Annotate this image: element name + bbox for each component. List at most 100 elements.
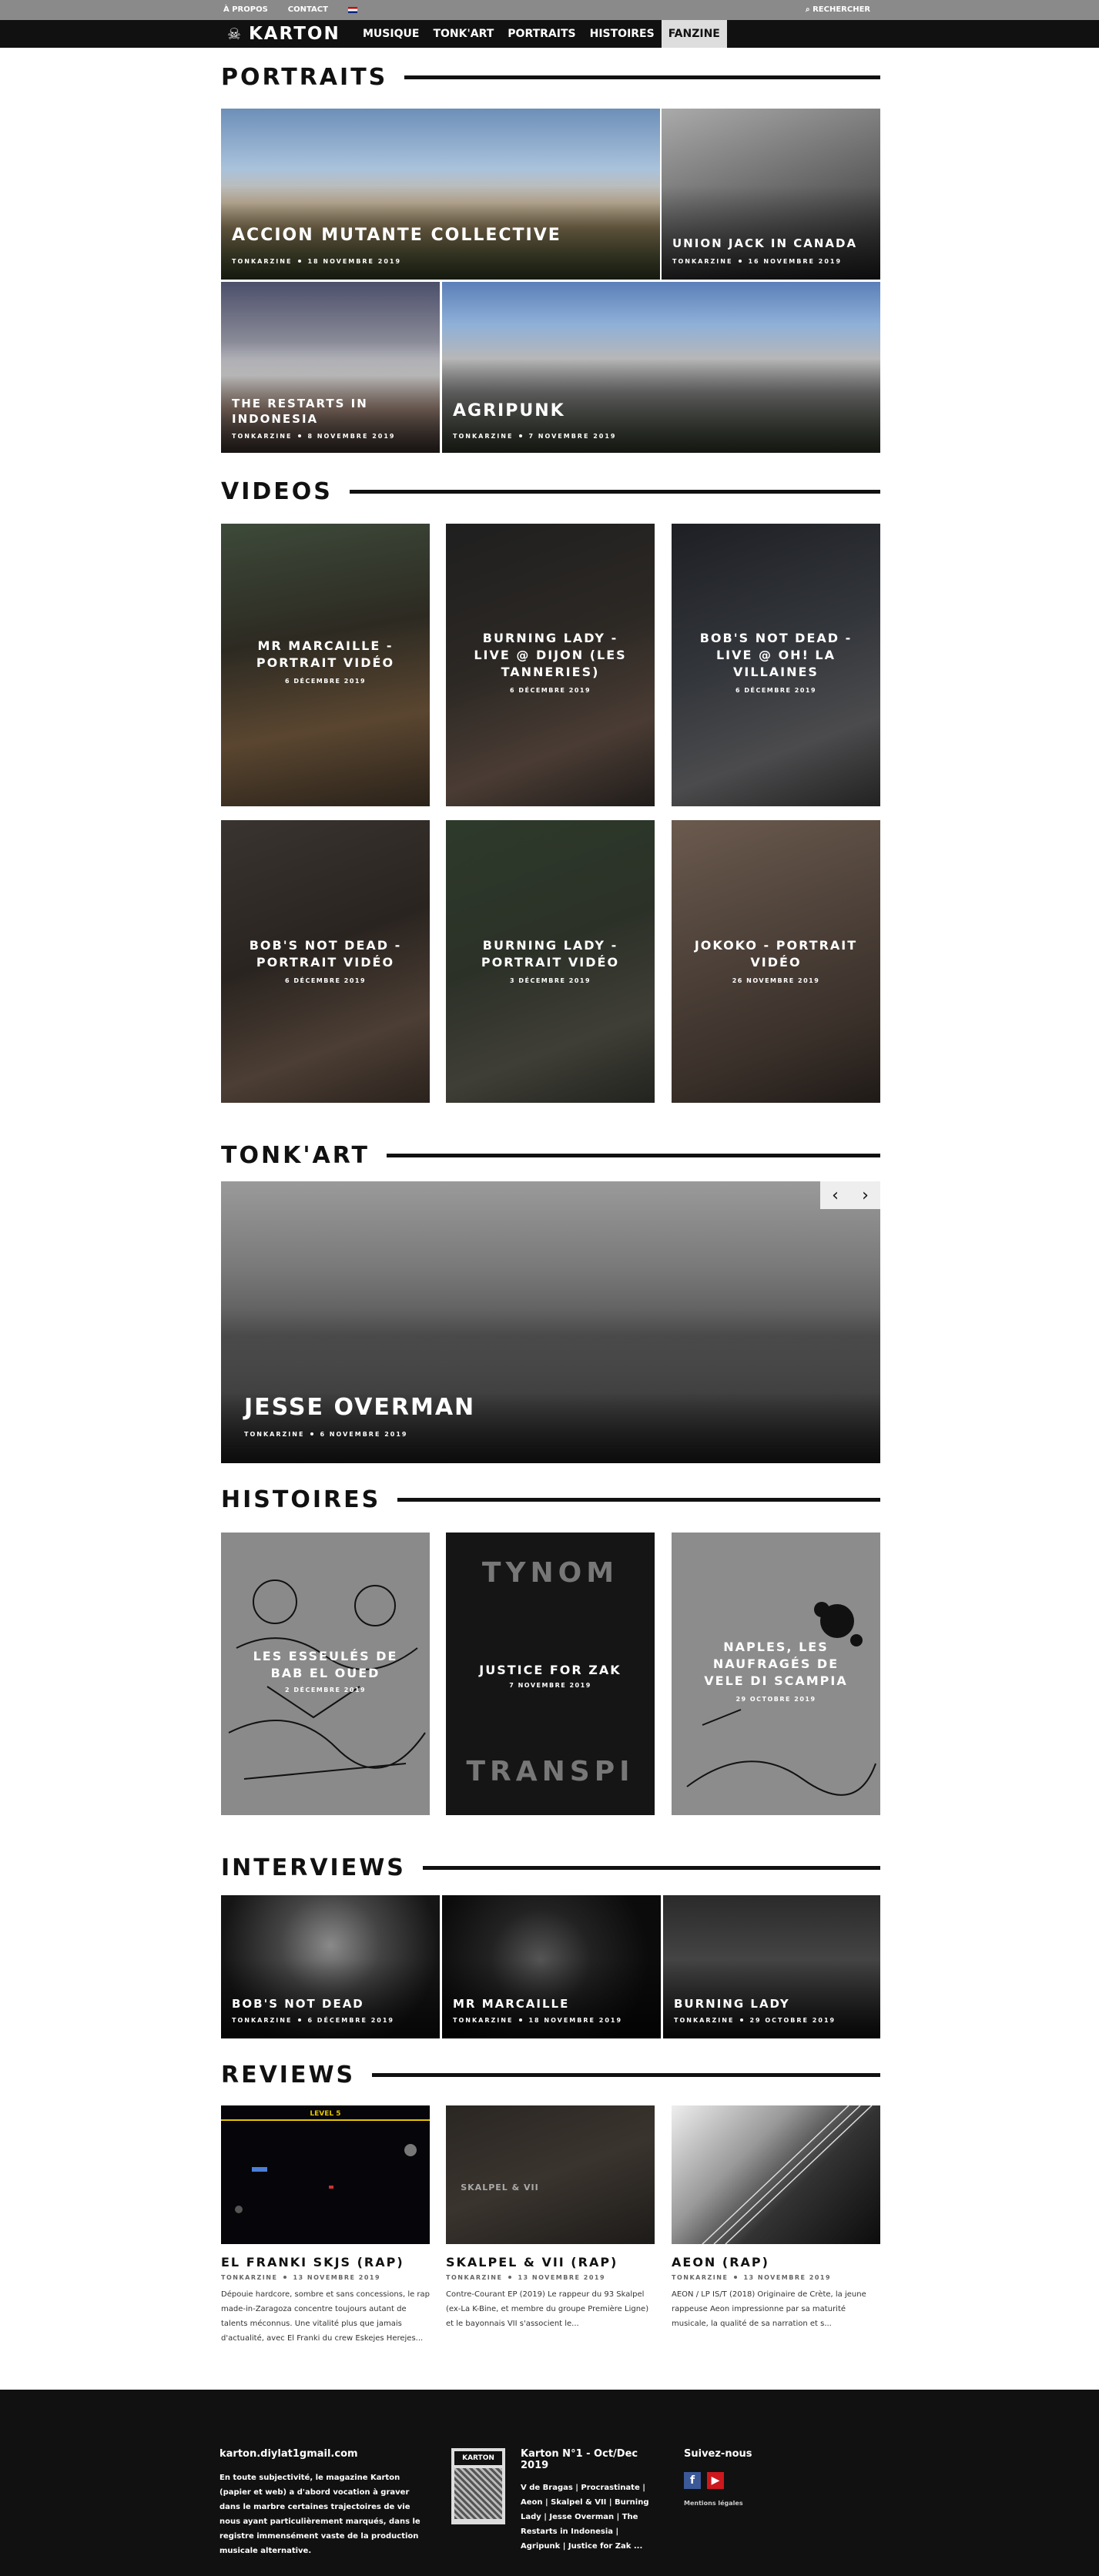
portrait-title[interactable]: AGRIPUNK	[453, 401, 565, 420]
portrait-card[interactable]: ACCION MUTANTE COLLECTIVE TONKARZINE 18 N…	[221, 109, 660, 280]
review-art-text: SKALPEL & VII	[461, 2182, 539, 2192]
search-label: RECHERCHER	[813, 5, 871, 14]
review-meta: TONKARZINE 13 NOVEMBRE 2019	[221, 2274, 381, 2281]
review-excerpt: Dépouie hardcore, sombre et sans concess…	[221, 2290, 431, 2343]
site-logo[interactable]: ☠ KARTON	[227, 24, 343, 44]
histoire-card[interactable]: TYNOM TRANSPI JUSTICE FOR ZAK 7 NOVEMBRE…	[446, 1533, 655, 1815]
review-title[interactable]: AEON (RAP)	[672, 2255, 880, 2269]
portrait-card[interactable]: AGRIPUNK TONKARZINE 7 NOVEMBRE 2019	[442, 282, 880, 453]
search-icon: ⌕	[806, 5, 813, 14]
interview-meta: TONKARZINE 18 NOVEMBRE 2019	[453, 2017, 623, 2024]
legal-link[interactable]: Mentions légales	[684, 2500, 752, 2507]
video-card[interactable]: MR MARCAILLE - PORTRAIT VIDÉO 6 DÉCEMBRE…	[221, 524, 430, 806]
portrait-title[interactable]: UNION JACK IN CANADA	[672, 236, 857, 250]
interviews-section-header: INTERVIEWS	[221, 1854, 880, 1881]
facebook-icon[interactable]: f	[684, 2472, 701, 2489]
section-rule	[404, 75, 880, 79]
tonkart-title[interactable]: JESSE OVERMAN	[244, 1394, 475, 1421]
skull-crossbones-icon: ☠	[227, 25, 243, 43]
portrait-meta: TONKARZINE 7 NOVEMBRE 2019	[453, 433, 617, 440]
review-card[interactable]: SKALPEL & VII SKALPEL & VII (RAP) TONKAR…	[446, 2105, 655, 2331]
interview-card[interactable]: BURNING LADY TONKARZINE 29 OCTOBRE 2019	[663, 1895, 880, 2038]
portrait-title[interactable]: THE RESTARTS IN INDONESIA	[232, 396, 386, 427]
portraits-grid: ACCION MUTANTE COLLECTIVE TONKARZINE 18 N…	[221, 109, 880, 454]
nav-item-histoires[interactable]: HISTOIRES	[583, 20, 662, 48]
logo-text: KARTON	[248, 24, 340, 44]
review-thumbnail	[672, 2105, 880, 2244]
interview-meta: TONKARZINE 29 OCTOBRE 2019	[674, 2017, 836, 2024]
search-link[interactable]: ⌕ RECHERCHER	[806, 5, 870, 14]
review-excerpt: AEON / LP IS/T (2018) Originaire de Crèt…	[672, 2290, 866, 2328]
section-title: TONK'ART	[221, 1141, 370, 1169]
footer-issue: KARTON Karton N°1 - Oct/Dec 2019 V de Br…	[451, 2448, 652, 2554]
tonkart-meta: TONKARZINE 6 NOVEMBRE 2019	[244, 1431, 408, 1438]
video-card[interactable]: BOB'S NOT DEAD - PORTRAIT VIDÉO 6 DÉCEMB…	[221, 820, 430, 1103]
video-date: 26 NOVEMBRE 2019	[732, 977, 820, 984]
histoire-date: 29 OCTOBRE 2019	[735, 1696, 816, 1703]
site-footer: karton.diylat1gmail.com En toute subject…	[0, 2390, 1099, 2576]
nav-item-fanzine[interactable]: FANZINE	[661, 20, 727, 48]
histoire-title[interactable]: JUSTICE FOR ZAK	[446, 1662, 655, 1679]
review-excerpt: Contre-Courant EP (2019) Le rappeur du 9…	[446, 2290, 649, 2328]
main-navbar: ☠ KARTON MUSIQUE TONK'ART PORTRAITS HIST…	[0, 20, 1099, 48]
footer-email-link[interactable]: karton.diylat1gmail.com	[219, 2448, 427, 2460]
review-card[interactable]: LEVEL 5 EL FRANKI SKJS (RAP) TONKARZINE 1…	[221, 2105, 430, 2346]
interview-title[interactable]: BURNING LADY	[674, 1997, 790, 2011]
top-utility-bar: À PROPOS CONTACT ⌕ RECHERCHER	[0, 0, 1099, 20]
tonkart-section-header: TONK'ART	[221, 1141, 880, 1169]
portrait-card[interactable]: UNION JACK IN CANADA TONKARZINE 16 NOVEMB…	[662, 109, 880, 280]
portrait-meta: TONKARZINE 16 NOVEMBRE 2019	[672, 258, 843, 265]
section-title: PORTRAITS	[221, 63, 388, 91]
review-title[interactable]: SKALPEL & VII (RAP)	[446, 2255, 655, 2269]
histoire-art-text-bottom: TRANSPI	[466, 1756, 635, 1787]
section-rule	[397, 1497, 880, 1502]
contact-link[interactable]: CONTACT	[288, 5, 328, 14]
slider-next-button[interactable]: ›	[850, 1181, 880, 1209]
interview-title[interactable]: MR MARCAILLE	[453, 1997, 569, 2011]
video-card[interactable]: BURNING LADY - LIVE @ DIJON (LES TANNERI…	[446, 524, 655, 806]
section-rule	[349, 489, 880, 494]
nav-menu: MUSIQUE TONK'ART PORTRAITS HISTOIRES FAN…	[356, 20, 727, 48]
portraits-section-header: PORTRAITS	[221, 63, 880, 91]
nav-item-tonkart[interactable]: TONK'ART	[426, 20, 501, 48]
portrait-title[interactable]: ACCION MUTANTE COLLECTIVE	[232, 226, 561, 245]
cover-label: KARTON	[454, 2451, 502, 2465]
video-card[interactable]: JOKOKO - PORTRAIT VIDÉO 26 NOVEMBRE 2019	[672, 820, 880, 1103]
review-card[interactable]: AEON (RAP) TONKARZINE 13 NOVEMBRE 2019 AE…	[672, 2105, 880, 2331]
a-propos-link[interactable]: À PROPOS	[223, 5, 268, 14]
videos-section-header: VIDEOS	[221, 477, 880, 505]
interview-title[interactable]: BOB'S NOT DEAD	[232, 1997, 364, 2011]
histoire-card[interactable]: LES ESSEULÉS DE BAB EL OUED 2 DÉCEMBRE 2…	[221, 1533, 430, 1815]
histoires-grid: LES ESSEULÉS DE BAB EL OUED 2 DÉCEMBRE 2…	[221, 1533, 880, 1815]
video-card[interactable]: BURNING LADY - PORTRAIT VIDÉO 3 DÉCEMBRE…	[446, 820, 655, 1103]
slider-prev-button[interactable]: ‹	[820, 1181, 850, 1209]
video-title[interactable]: BURNING LADY - LIVE @ DIJON (LES TANNERI…	[446, 630, 655, 681]
portrait-card[interactable]: THE RESTARTS IN INDONESIA TONKARZINE 8 NO…	[221, 282, 440, 453]
video-title[interactable]: BURNING LADY - PORTRAIT VIDÉO	[446, 937, 655, 971]
tonkart-feature-card[interactable]: JESSE OVERMAN TONKARZINE 6 NOVEMBRE 2019	[221, 1181, 880, 1463]
review-title[interactable]: EL FRANKI SKJS (RAP)	[221, 2255, 430, 2269]
tonkart-slider: JESSE OVERMAN TONKARZINE 6 NOVEMBRE 2019 …	[221, 1181, 880, 1463]
video-card[interactable]: BOB'S NOT DEAD - LIVE @ OH! LA VILLAINES…	[672, 524, 880, 806]
histoire-date: 2 DÉCEMBRE 2019	[284, 1687, 367, 1693]
nav-item-portraits[interactable]: PORTRAITS	[501, 20, 582, 48]
english-flag-icon[interactable]	[347, 6, 357, 13]
interviews-grid: BOB'S NOT DEAD TONKARZINE 6 DÉCEMBRE 2019…	[221, 1895, 880, 2038]
histoire-card[interactable]: NAPLES, LES NAUFRAGÉS DE VELE DI SCAMPIA…	[672, 1533, 880, 1815]
youtube-icon[interactable]: ▶	[707, 2472, 724, 2489]
magazine-cover-image[interactable]: KARTON	[451, 2448, 505, 2524]
video-title[interactable]: JOKOKO - PORTRAIT VIDÉO	[672, 937, 880, 971]
issue-title[interactable]: Karton N°1 - Oct/Dec 2019	[521, 2448, 652, 2471]
reviews-grid: LEVEL 5 EL FRANKI SKJS (RAP) TONKARZINE 1…	[221, 2105, 880, 2360]
video-title[interactable]: BOB'S NOT DEAD - LIVE @ OH! LA VILLAINES	[672, 630, 880, 681]
nav-item-musique[interactable]: MUSIQUE	[356, 20, 426, 48]
interview-card[interactable]: BOB'S NOT DEAD TONKARZINE 6 DÉCEMBRE 2019	[221, 1895, 440, 2038]
histoire-title[interactable]: NAPLES, LES NAUFRAGÉS DE VELE DI SCAMPIA	[672, 1639, 880, 1690]
follow-heading: Suivez-nous	[684, 2448, 752, 2460]
video-title[interactable]: MR MARCAILLE - PORTRAIT VIDÉO	[221, 638, 430, 672]
portrait-meta: TONKARZINE 18 NOVEMBRE 2019	[232, 258, 402, 265]
interview-card[interactable]: MR MARCAILLE TONKARZINE 18 NOVEMBRE 2019	[442, 1895, 661, 2038]
histoire-title[interactable]: LES ESSEULÉS DE BAB EL OUED	[221, 1648, 430, 1682]
video-title[interactable]: BOB'S NOT DEAD - PORTRAIT VIDÉO	[221, 937, 430, 971]
reviews-section-header: REVIEWS	[221, 2061, 880, 2089]
